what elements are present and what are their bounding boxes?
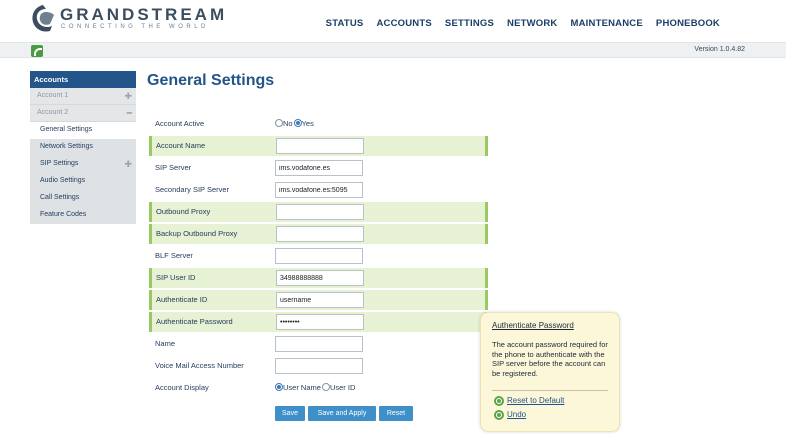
sip-server-label: SIP Server: [155, 163, 192, 172]
sidebar-heading: Accounts: [30, 71, 136, 88]
row-account-name: Account Name: [149, 136, 488, 156]
row-voice-mail-access-number: Voice Mail Access Number: [149, 356, 488, 376]
page-title: General Settings: [147, 72, 275, 89]
account-active-label: Account Active: [155, 119, 205, 128]
row-name: Name: [149, 334, 488, 354]
account-active-no-radio[interactable]: [275, 119, 283, 127]
reset-icon: [494, 396, 504, 406]
grandstream-logo-icon: [32, 5, 54, 32]
nav-accounts[interactable]: ACCOUNTS: [376, 18, 431, 29]
account-display-user-name-radio[interactable]: [275, 383, 283, 391]
backup-outbound-proxy-input[interactable]: [276, 226, 364, 242]
backup-outbound-proxy-label: Backup Outbound Proxy: [156, 229, 238, 238]
collapse-icon[interactable]: ━: [127, 108, 132, 119]
outbound-proxy-label: Outbound Proxy: [156, 207, 211, 216]
expand-icon[interactable]: ✚: [124, 91, 132, 102]
tooltip-body: The account password required for the ph…: [492, 340, 608, 378]
account-name-label: Account Name: [156, 141, 206, 150]
sidebar-item-sip-settings[interactable]: SIP Settings ✚: [30, 156, 136, 173]
row-authenticate-id: Authenticate ID: [149, 290, 488, 310]
sidebar-item-call-settings[interactable]: Call Settings: [30, 190, 136, 207]
save-and-apply-button[interactable]: Save and Apply: [308, 406, 376, 421]
sidebar-item-account-1[interactable]: Account 1 ✚: [30, 88, 136, 105]
sidebar-item-label: Account 1: [37, 92, 69, 99]
brand-name: GRANDSTREAM: [60, 5, 228, 24]
secondary-sip-server-input[interactable]: [275, 182, 363, 198]
sidebar-item-network-settings[interactable]: Network Settings: [30, 139, 136, 156]
sip-server-input[interactable]: [275, 160, 363, 176]
tooltip-divider: [492, 390, 608, 391]
account-name-input[interactable]: [276, 138, 364, 154]
reset-to-default-label: Reset to Default: [507, 396, 565, 405]
name-input[interactable]: [275, 336, 363, 352]
account-active-yes-radio[interactable]: [293, 119, 302, 127]
top-header: GRANDSTREAM CONNECTING THE WORLD STATUS …: [0, 0, 786, 42]
nav-network[interactable]: NETWORK: [507, 18, 557, 29]
row-backup-outbound-proxy: Backup Outbound Proxy: [149, 224, 488, 244]
reset-to-default-link[interactable]: Reset to Default: [494, 396, 565, 406]
sidebar-item-feature-codes[interactable]: Feature Codes: [30, 207, 136, 224]
row-sip-user-id: SIP User ID: [149, 268, 488, 288]
sip-user-id-input[interactable]: [276, 270, 364, 286]
reset-button[interactable]: Reset: [379, 406, 413, 421]
nav-status[interactable]: STATUS: [326, 18, 364, 29]
row-sip-server: SIP Server: [149, 158, 488, 178]
save-button[interactable]: Save: [275, 406, 305, 421]
outbound-proxy-input[interactable]: [276, 204, 364, 220]
version-bar: Version 1.0.4.82: [0, 42, 786, 58]
status-icon[interactable]: [31, 45, 43, 57]
expand-icon[interactable]: ✚: [124, 159, 132, 170]
radio-label-yes: Yes: [301, 119, 314, 128]
tooltip-title: Authenticate Password: [492, 321, 574, 330]
account-display-radio-group: User Name User ID: [275, 383, 356, 392]
main-nav: STATUS ACCOUNTS SETTINGS NETWORK MAINTEN…: [313, 18, 720, 29]
nav-settings[interactable]: SETTINGS: [445, 18, 494, 29]
authenticate-password-label: Authenticate Password: [156, 317, 233, 326]
nav-maintenance[interactable]: MAINTENANCE: [571, 18, 643, 29]
authenticate-id-label: Authenticate ID: [156, 295, 208, 304]
undo-link[interactable]: Undo: [494, 410, 527, 420]
account-display-label: Account Display: [155, 383, 209, 392]
grandstream-logo[interactable]: GRANDSTREAM CONNECTING THE WORLD: [30, 4, 224, 36]
name-label: Name: [155, 339, 176, 348]
sidebar-item-label: SIP Settings: [40, 160, 79, 167]
row-blf-server: BLF Server: [149, 246, 488, 266]
sip-user-id-label: SIP User ID: [156, 273, 196, 282]
blf-server-label: BLF Server: [155, 251, 193, 260]
voice-mail-label: Voice Mail Access Number: [155, 361, 244, 370]
row-outbound-proxy: Outbound Proxy: [149, 202, 488, 222]
radio-label-user-name: User Name: [283, 383, 321, 392]
secondary-sip-server-label: Secondary SIP Server: [155, 185, 230, 194]
voice-mail-input[interactable]: [275, 358, 363, 374]
sidebar-item-audio-settings[interactable]: Audio Settings: [30, 173, 136, 190]
radio-label-no: No: [283, 119, 293, 128]
undo-icon: [494, 410, 504, 420]
account-active-radio-group: No Yes: [275, 119, 315, 128]
sidebar: Accounts Account 1 ✚ Account 2 ━ General…: [30, 71, 136, 224]
undo-label: Undo: [507, 410, 527, 419]
blf-server-input[interactable]: [275, 248, 363, 264]
account-display-user-id-radio[interactable]: [321, 383, 330, 391]
row-account-active: Account Active No Yes: [149, 114, 488, 134]
row-authenticate-password: Authenticate Password: [149, 312, 488, 332]
sidebar-item-general-settings[interactable]: General Settings: [30, 122, 136, 139]
row-account-display: Account Display User Name User ID: [149, 378, 488, 398]
sidebar-item-label: Account 2: [37, 109, 69, 116]
authenticate-password-input[interactable]: [276, 314, 364, 330]
row-secondary-sip-server: Secondary SIP Server: [149, 180, 488, 200]
help-tooltip: Authenticate Password The account passwo…: [480, 312, 620, 432]
sidebar-item-account-2[interactable]: Account 2 ━: [30, 105, 136, 122]
authenticate-id-input[interactable]: [276, 292, 364, 308]
radio-label-user-id: User ID: [329, 383, 356, 392]
version-text: Version 1.0.4.82: [694, 46, 745, 53]
nav-phonebook[interactable]: PHONEBOOK: [656, 18, 720, 29]
brand-tagline: CONNECTING THE WORLD: [61, 24, 209, 30]
